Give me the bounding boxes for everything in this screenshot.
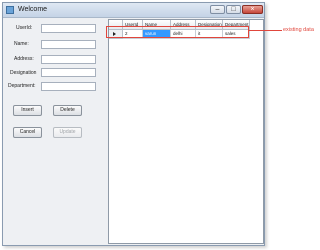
callout-line xyxy=(248,30,282,31)
designation-field[interactable] xyxy=(41,68,96,77)
userid-label: UserId: xyxy=(16,25,33,31)
maximize-icon[interactable]: □ xyxy=(226,5,241,14)
cancel-button[interactable]: Cancel xyxy=(13,127,42,138)
address-field[interactable] xyxy=(41,55,96,64)
delete-button[interactable]: Delete xyxy=(53,105,82,116)
name-label: Name: xyxy=(14,41,29,47)
existing-data-callout: existing data xyxy=(283,27,314,33)
app-icon xyxy=(6,6,14,14)
department-label: Department: xyxy=(8,83,36,89)
address-label: Address: xyxy=(14,56,34,62)
window-title: Welcome xyxy=(18,6,48,13)
title-bar[interactable]: Welcome – □ × xyxy=(3,3,264,18)
update-button[interactable]: Update xyxy=(53,127,82,138)
close-icon[interactable]: × xyxy=(242,5,263,14)
welcome-window: Welcome – □ × UserId: Name: Address: Des… xyxy=(2,2,265,246)
department-field[interactable] xyxy=(41,82,96,91)
designation-label: Designation xyxy=(10,70,37,76)
insert-button[interactable]: Insert xyxy=(13,105,42,116)
name-field[interactable] xyxy=(41,40,96,49)
data-grid[interactable]: UserId Name Address Designation Departme… xyxy=(108,19,264,244)
existing-data-highlight xyxy=(106,26,249,38)
userid-field[interactable] xyxy=(41,24,96,33)
minimize-icon[interactable]: – xyxy=(210,5,225,14)
